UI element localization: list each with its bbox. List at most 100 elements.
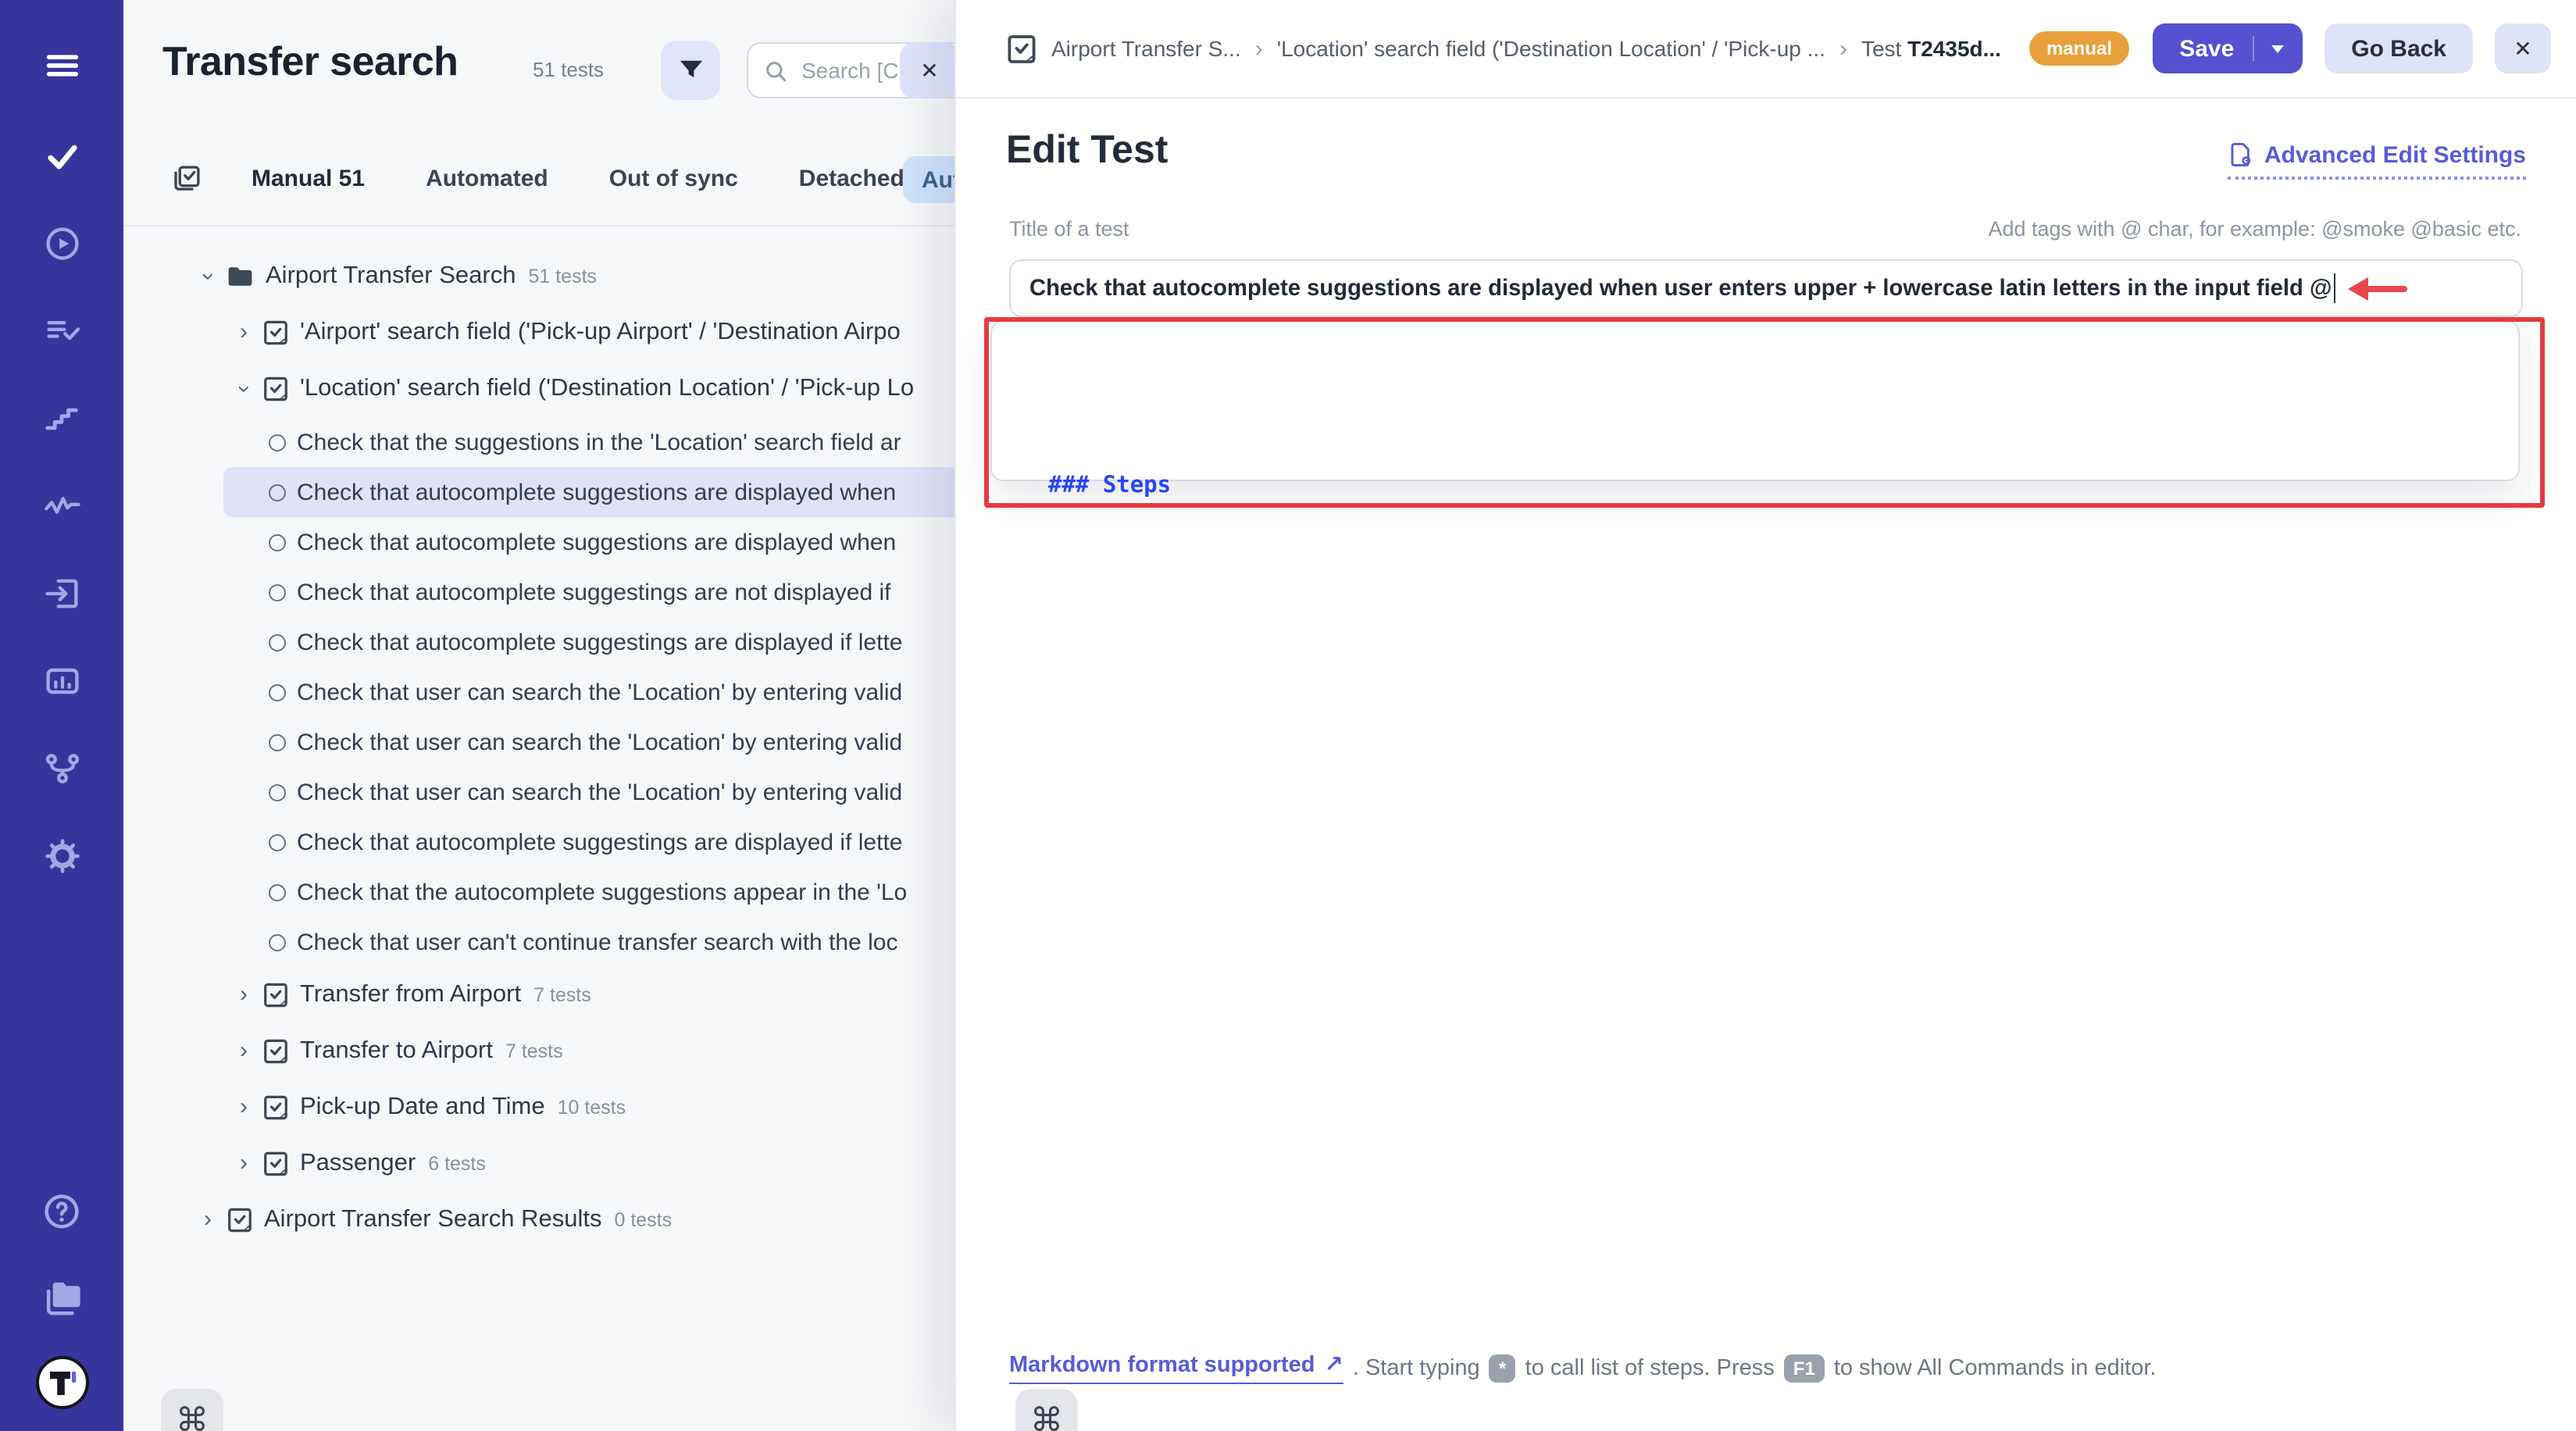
- tree-item-label: Airport Transfer Search: [266, 262, 516, 291]
- status-tab[interactable]: Manual 51: [252, 165, 365, 191]
- tree-item-count: 7 tests: [533, 984, 591, 1006]
- tree-item-label: Airport Transfer Search Results: [264, 1206, 601, 1234]
- help-button[interactable]: [35, 1184, 88, 1237]
- sidebar-item-activity[interactable]: [35, 480, 88, 533]
- tree-item-label: Check that user can't continue transfer …: [297, 929, 897, 955]
- projects-button[interactable]: [35, 1270, 88, 1323]
- save-button[interactable]: Save: [2153, 23, 2303, 73]
- advanced-edit-settings-link[interactable]: Advanced Edit Settings: [2228, 141, 2526, 180]
- sidebar-item-runs-enter[interactable]: [35, 567, 88, 620]
- editor-markdown-text[interactable]: ### Steps: [1048, 473, 1171, 498]
- tree-item-label: Check that autocomplete suggestings are …: [297, 629, 902, 655]
- tree-row[interactable]: Check that user can search the 'Location…: [223, 667, 1004, 717]
- chevron-icon[interactable]: [197, 1208, 219, 1233]
- tree-row[interactable]: 'Airport' search field ('Pick-up Airport…: [217, 305, 998, 361]
- sidebar-item-test-runs[interactable]: [35, 217, 88, 270]
- sidebar-item-reports[interactable]: [35, 655, 88, 708]
- tree-row[interactable]: Check that autocomplete suggestions are …: [223, 467, 1004, 517]
- tree-row[interactable]: Check that user can search the 'Location…: [223, 717, 1004, 767]
- tree-item-label: Pick-up Date and Time: [300, 1094, 545, 1122]
- tree-row[interactable]: Check that autocomplete suggestings are …: [223, 567, 1004, 617]
- test-circle-icon: [269, 933, 286, 951]
- edit-test-panel: Airport Transfer S... › 'Location' searc…: [954, 0, 2576, 1431]
- tree-row[interactable]: Check that autocomplete suggestions are …: [223, 517, 1004, 567]
- chevron-icon[interactable]: [233, 1039, 255, 1064]
- tree-row[interactable]: Check that the suggestions in the 'Locat…: [223, 417, 1004, 467]
- chevron-icon[interactable]: [195, 266, 220, 287]
- tag-option[interactable]: [992, 444, 2518, 483]
- hint-text: . Start typing: [1353, 1356, 1480, 1381]
- test-circle-icon: [269, 883, 286, 901]
- edit-test-title: Edit Test: [1006, 128, 1168, 173]
- go-back-button[interactable]: Go Back: [2324, 23, 2473, 73]
- tree-item-label: Check that autocomplete suggestings are …: [297, 579, 890, 605]
- status-tab[interactable]: Out of sync: [609, 165, 738, 191]
- save-dropdown-caret[interactable]: [2253, 36, 2284, 61]
- tree-item-label: Transfer from Airport: [300, 981, 521, 1009]
- breadcrumb-suite[interactable]: 'Location' search field ('Destination Lo…: [1277, 36, 1825, 61]
- tree-item-label: 'Airport' search field ('Pick-up Airport…: [300, 319, 901, 347]
- sidebar: [0, 0, 123, 1431]
- tree-row[interactable]: Airport Transfer Search 51 tests: [183, 248, 964, 305]
- annotation-arrow-icon: [2342, 273, 2407, 304]
- select-all-checklist-icon[interactable]: [170, 162, 203, 194]
- sidebar-item-checklists[interactable]: [35, 305, 88, 358]
- tag-option[interactable]: [992, 368, 2518, 406]
- hamburger-menu-button[interactable]: [0, 34, 123, 97]
- close-panel-button[interactable]: ✕: [2495, 23, 2551, 73]
- test-circle-icon: [269, 833, 286, 851]
- test-title-input[interactable]: Check that autocomplete suggestions are …: [1009, 259, 2523, 317]
- logo-t-icon: [38, 1359, 85, 1406]
- tree-row[interactable]: Transfer to Airport 7 tests: [217, 1023, 998, 1079]
- test-suite-doc-icon: [262, 319, 289, 347]
- tag-option[interactable]: [992, 330, 2518, 368]
- status-tab[interactable]: Automated: [426, 165, 548, 191]
- tab-label: Detached: [799, 165, 904, 191]
- command-key-badge[interactable]: ⌘: [1015, 1389, 1078, 1431]
- folder-icon: [227, 262, 255, 291]
- bar-chart-icon: [41, 661, 82, 701]
- tree-row[interactable]: Airport Transfer Search Results 0 tests: [183, 1192, 964, 1248]
- filter-button[interactable]: [661, 41, 720, 100]
- breadcrumb-test[interactable]: Test T2435d...: [1861, 36, 2001, 61]
- hamburger-icon: [38, 45, 85, 86]
- tree-row[interactable]: Check that the autocomplete suggestions …: [223, 867, 1004, 917]
- markdown-supported-link[interactable]: Markdown format supported ↗: [1009, 1353, 1343, 1384]
- workspace-logo-avatar[interactable]: [35, 1356, 88, 1409]
- tree-row[interactable]: Check that autocomplete suggestings are …: [223, 617, 1004, 667]
- sidebar-item-settings[interactable]: [35, 830, 88, 883]
- sidebar-item-milestones[interactable]: [35, 392, 88, 445]
- chevron-icon[interactable]: [233, 1151, 255, 1176]
- tree-row[interactable]: 'Location' search field ('Destination Lo…: [217, 361, 998, 417]
- tag-option[interactable]: [992, 406, 2518, 444]
- status-tab[interactable]: Detached: [799, 165, 904, 191]
- chevron-icon[interactable]: [233, 983, 255, 1008]
- search-clear-button[interactable]: ✕: [900, 42, 959, 98]
- test-suite-doc-icon: [227, 1206, 253, 1234]
- help-circle-icon: [41, 1190, 83, 1232]
- sidebar-item-tests[interactable]: [35, 130, 88, 183]
- chevron-icon[interactable]: [231, 378, 256, 400]
- tree-row[interactable]: Transfer from Airport 7 tests: [217, 967, 998, 1023]
- tree-row[interactable]: Check that user can't continue transfer …: [223, 917, 1004, 967]
- command-key-badge[interactable]: ⌘: [161, 1389, 223, 1431]
- tree-row[interactable]: Passenger 6 tests: [217, 1136, 998, 1192]
- sidebar-item-workflows[interactable]: [35, 742, 88, 795]
- test-circle-icon: [269, 733, 286, 751]
- chevron-icon[interactable]: [233, 320, 255, 345]
- tree-item-count: 0 tests: [614, 1209, 672, 1231]
- tree-item-label: Check that the suggestions in the 'Locat…: [297, 429, 901, 455]
- tree-row[interactable]: Pick-up Date and Time 10 tests: [217, 1079, 998, 1136]
- tree-row[interactable]: Check that autocomplete suggestings are …: [223, 817, 1004, 867]
- tree-row[interactable]: Check that user can search the 'Location…: [223, 767, 1004, 817]
- stairs-icon: [41, 398, 82, 439]
- breadcrumb-section[interactable]: Airport Transfer S...: [1051, 36, 1241, 61]
- test-suite-doc-icon: [262, 981, 289, 1009]
- tree-item-count: 6 tests: [428, 1153, 486, 1175]
- chevron-icon[interactable]: [233, 1095, 255, 1120]
- edit-test-header: Airport Transfer S... › 'Location' searc…: [956, 0, 2576, 98]
- pulse-icon: [41, 486, 82, 526]
- test-suite-doc-icon: [262, 375, 289, 403]
- tree-item-label: Passenger: [300, 1150, 416, 1178]
- tag-suggestions-dropdown: [990, 320, 2520, 481]
